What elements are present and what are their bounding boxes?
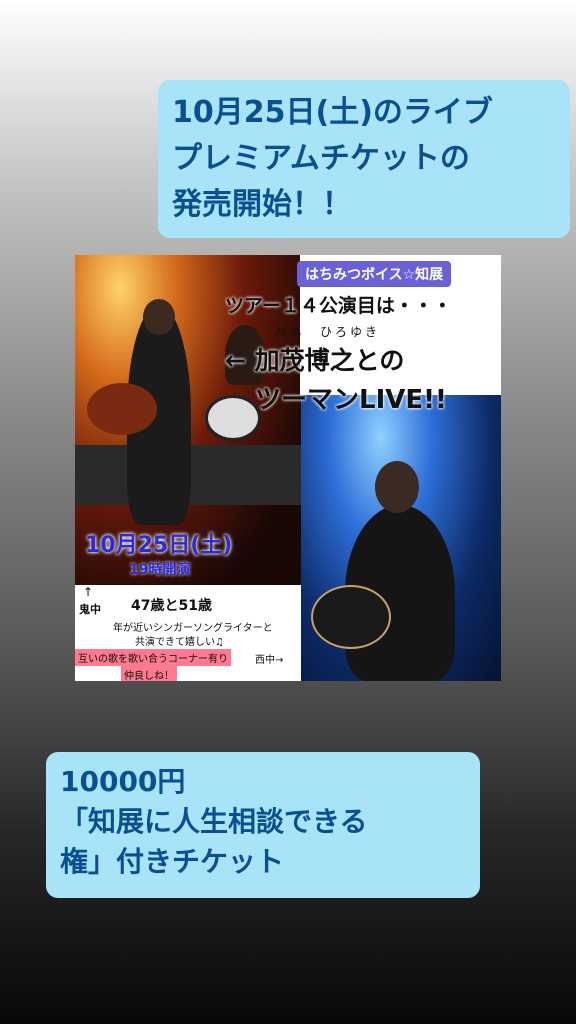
guitar-right-icon [311, 585, 391, 649]
nishinaka-label: 西中→ [255, 655, 284, 666]
singer-right-head [375, 461, 419, 513]
promo-caption-top: 10月25日(土)のライブ プレミアムチケットの 発売開始！！ [158, 80, 570, 238]
event-time: 19時開演 [129, 562, 191, 578]
caption-top-line-2: プレミアムチケットの [172, 141, 470, 176]
arrow-up-icon: ↑ [83, 585, 94, 599]
ages-text: 47歳と51歳 [131, 598, 212, 614]
promo-caption-bottom: 10000円 「知展に人生相談できる 権」付きチケット [46, 752, 480, 898]
two-man-live: ツーマンLIVE!! [255, 385, 447, 415]
caption-bottom-line-1: 10000円 [60, 765, 186, 798]
oninaka-label: 鬼中 [79, 603, 101, 616]
caption-top-line-3: 発売開始！！ [172, 187, 352, 222]
artist-badge: はちみつボイス☆知展 [297, 261, 452, 287]
description-line-1: 年が近いシンガーソングライターと [113, 623, 273, 634]
concert-flyer-image: はちみつボイス☆知展 ツアー１４公演目は・・・ かも ひろゆき ← 加茂博之との… [75, 255, 501, 681]
caption-bottom-line-3: 権」付きチケット [60, 845, 285, 878]
caption-bottom-line-2: 「知展に人生相談できる [60, 805, 368, 838]
description-line-2: 共演できて嬉しい♫ [135, 637, 224, 648]
drum-icon [205, 395, 261, 441]
friends-note: 仲良しね！ [121, 666, 177, 681]
name-ruby: かも ひろゆき [275, 325, 381, 339]
guest-name: ← 加茂博之との [225, 346, 405, 375]
tour-line: ツアー１４公演目は・・・ [225, 295, 452, 317]
event-date: 10月25日(土) [85, 533, 233, 558]
performer-left-head [143, 299, 175, 335]
corner-note: 互いの歌を歌い合うコーナー有り [75, 649, 231, 666]
caption-top-line-1: 10月25日(土)のライブ [172, 95, 493, 130]
guitar-left-icon [87, 383, 157, 435]
